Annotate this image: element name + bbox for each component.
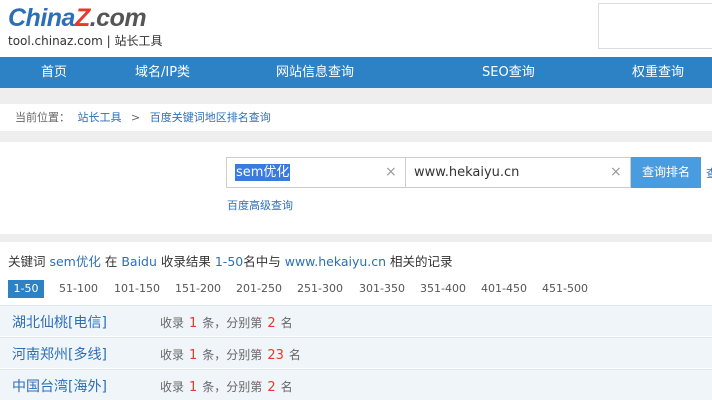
cut-off-link[interactable]: 查 xyxy=(706,165,712,181)
section-divider xyxy=(0,234,712,242)
page-tab-1-50[interactable]: 1-50 xyxy=(8,280,44,298)
keyword-input[interactable]: sem优化 × xyxy=(226,157,406,188)
header-search-box[interactable] xyxy=(598,3,712,49)
info-text: 名 xyxy=(280,380,293,394)
summary-text: 关键词 xyxy=(8,254,50,269)
nav-item-home[interactable]: 首页 xyxy=(41,57,67,88)
summary-engine: Baidu xyxy=(121,254,157,269)
chinaz-logo[interactable]: ChinaZ.com tool.chinaz.com | 站长工具 xyxy=(8,4,162,48)
result-rank: 2 xyxy=(267,316,276,331)
summary-range: 1-50 xyxy=(214,254,244,269)
table-row: 湖北仙桃[电信] 收录 1 条，分别第 2 名 xyxy=(0,305,712,336)
summary-domain: www.hekaiyu.cn xyxy=(284,254,387,269)
info-text: 条，分别第 xyxy=(202,348,263,362)
nav-item-weight[interactable]: 权重查询 xyxy=(632,57,684,88)
section-gap xyxy=(0,88,712,104)
breadcrumb-prefix: 当前位置： xyxy=(15,111,70,124)
keyword-clear-icon[interactable]: × xyxy=(385,164,397,181)
main-nav: 首页 域名/IP类 网站信息查询 SEO查询 权重查询 xyxy=(0,57,712,88)
summary-text: 在 xyxy=(100,254,122,269)
result-count: 1 xyxy=(189,380,198,395)
table-row: 河南郑州[多线] 收录 1 条，分别第 23 名 xyxy=(0,337,712,368)
nav-item-domain-ip[interactable]: 域名/IP类 xyxy=(135,57,190,88)
domain-input[interactable]: www.hekaiyu.cn × xyxy=(405,157,631,188)
page-tab-201-250[interactable]: 201-250 xyxy=(236,280,282,298)
info-text: 名 xyxy=(280,316,293,330)
logo-wordmark: ChinaZ.com xyxy=(8,4,147,32)
page-tab-251-300[interactable]: 251-300 xyxy=(297,280,343,298)
summary-text: 名中与 xyxy=(243,254,285,269)
summary-text: 收录结果 xyxy=(156,254,215,269)
result-rank: 2 xyxy=(267,380,276,395)
keyword-input-value: sem优化 xyxy=(235,164,291,181)
result-location-link[interactable]: 中国台湾[海外] xyxy=(12,376,107,396)
advanced-query-link[interactable]: 百度高级查询 xyxy=(227,197,293,213)
result-rank: 23 xyxy=(267,348,284,363)
domain-input-value: www.hekaiyu.cn xyxy=(414,165,520,180)
info-text: 名 xyxy=(288,348,301,362)
result-count: 1 xyxy=(189,348,198,363)
nav-item-site-info[interactable]: 网站信息查询 xyxy=(276,57,354,88)
page-tab-101-150[interactable]: 101-150 xyxy=(114,280,160,298)
info-text: 条，分别第 xyxy=(202,316,263,330)
breadcrumb-separator: > xyxy=(131,111,141,124)
page-tab-401-450[interactable]: 401-450 xyxy=(481,280,527,298)
page-tab-51-100[interactable]: 51-100 xyxy=(59,280,98,298)
query-rank-button[interactable]: 查询排名 xyxy=(631,157,701,188)
page-tab-301-350[interactable]: 301-350 xyxy=(359,280,405,298)
summary-text: 相关的记录 xyxy=(386,254,453,269)
domain-clear-icon[interactable]: × xyxy=(610,164,622,181)
section-gap xyxy=(0,131,712,142)
logo-subtitle: tool.chinaz.com | 站长工具 xyxy=(8,34,163,48)
info-text: 收录 xyxy=(160,316,185,330)
breadcrumb: 当前位置： 站长工具 > 百度关键词地区排名查询 xyxy=(15,110,275,126)
result-location-link[interactable]: 河南郑州[多线] xyxy=(12,344,107,364)
nav-item-seo[interactable]: SEO查询 xyxy=(482,57,535,88)
result-count: 1 xyxy=(189,316,198,331)
result-info: 收录 1 条，分别第 2 名 xyxy=(160,314,293,331)
result-info: 收录 1 条，分别第 23 名 xyxy=(160,346,301,363)
result-location-link[interactable]: 湖北仙桃[电信] xyxy=(12,312,107,332)
info-text: 收录 xyxy=(160,380,185,394)
page-tab-351-400[interactable]: 351-400 xyxy=(420,280,466,298)
page-tab-151-200[interactable]: 151-200 xyxy=(175,280,221,298)
info-text: 条，分别第 xyxy=(202,380,263,394)
site-header: ChinaZ.com tool.chinaz.com | 站长工具 xyxy=(0,0,712,57)
result-summary: 关键词 sem优化 在 Baidu 收录结果 1-50名中与 www.hekai… xyxy=(8,254,453,270)
summary-keyword: sem优化 xyxy=(49,254,101,269)
breadcrumb-current-link[interactable]: 百度关键词地区排名查询 xyxy=(150,111,271,124)
result-info: 收录 1 条，分别第 2 名 xyxy=(160,378,293,395)
info-text: 收录 xyxy=(160,348,185,362)
table-row: 中国台湾[海外] 收录 1 条，分别第 2 名 xyxy=(0,369,712,400)
breadcrumb-home-link[interactable]: 站长工具 xyxy=(78,111,122,124)
page-tab-451-500[interactable]: 451-500 xyxy=(542,280,588,298)
